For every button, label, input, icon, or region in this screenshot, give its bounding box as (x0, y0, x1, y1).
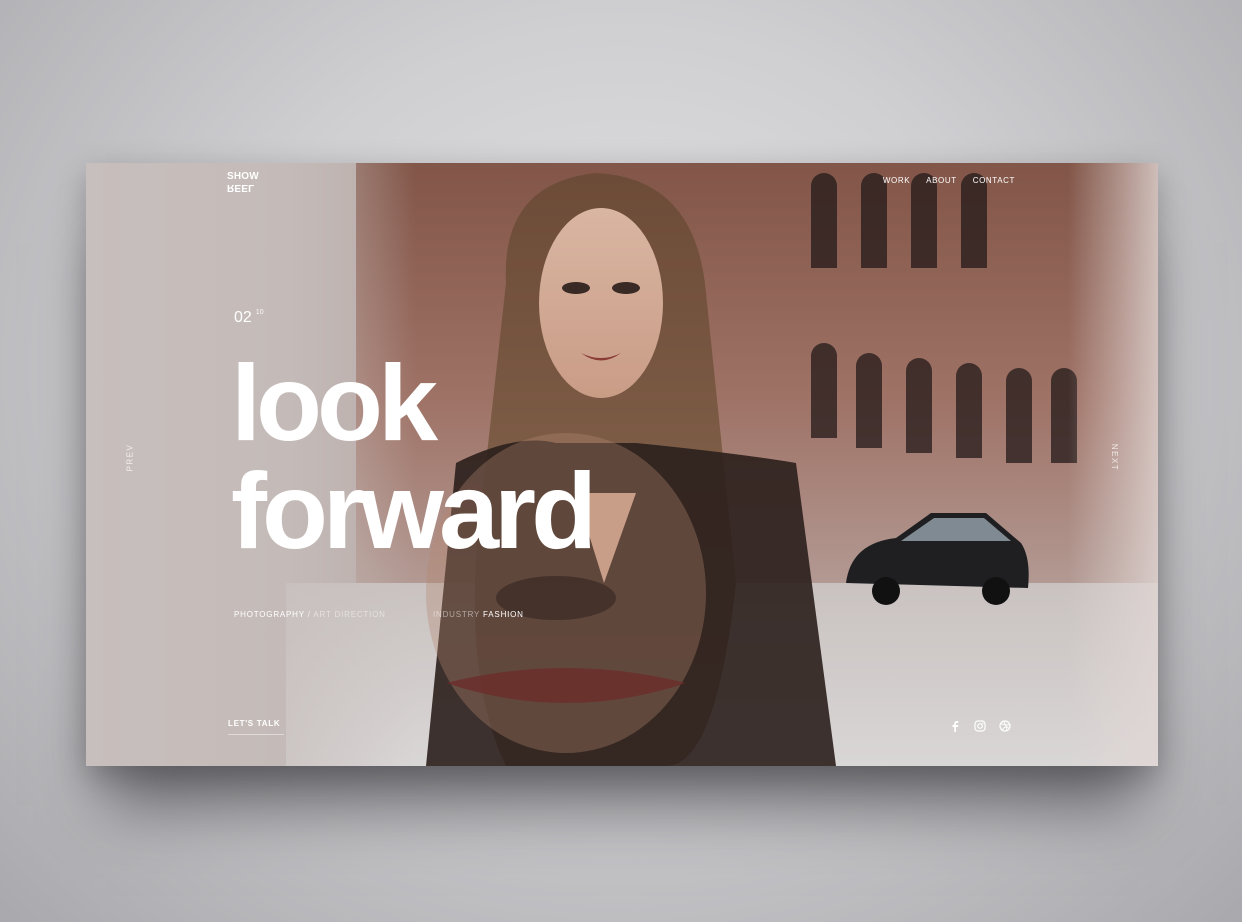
category-art-direction: ART DIRECTION (313, 610, 386, 619)
lets-talk-link[interactable]: LET'S TALK (228, 719, 284, 735)
social-links (948, 719, 1011, 732)
category-separator: / (307, 610, 311, 619)
car-image (846, 513, 1029, 605)
category-photography: PHOTOGRAPHY (234, 610, 305, 619)
prev-button[interactable]: PREV (125, 444, 134, 472)
slide-counter: 02 10 (234, 309, 264, 327)
slide-total: 10 (255, 309, 264, 316)
hero-card: SHOW REEL WORK ABOUT CONTACT 02 10 look f… (86, 163, 1158, 766)
industry-value: FASHION (483, 610, 524, 619)
nav-item-work[interactable]: WORK (883, 176, 910, 185)
nav-item-contact[interactable]: CONTACT (973, 176, 1015, 185)
dribbble-icon[interactable] (998, 719, 1011, 732)
slide-index: 02 (234, 309, 252, 326)
top-nav: WORK ABOUT CONTACT (883, 176, 1015, 185)
brand-logo[interactable]: SHOW REEL (227, 172, 259, 194)
instagram-icon[interactable] (973, 719, 986, 732)
project-categories: PHOTOGRAPHY / ART DIRECTION (234, 610, 386, 619)
nav-item-about[interactable]: ABOUT (926, 176, 957, 185)
headline-line-1: look (231, 342, 438, 463)
facebook-icon[interactable] (948, 719, 961, 732)
industry-label: INDUSTRY (433, 610, 481, 619)
next-button[interactable]: NEXT (1110, 444, 1119, 471)
headline-line-2: forward (231, 450, 597, 571)
project-industry: INDUSTRY FASHION (433, 610, 524, 619)
hero-headline: look forward (231, 342, 597, 571)
